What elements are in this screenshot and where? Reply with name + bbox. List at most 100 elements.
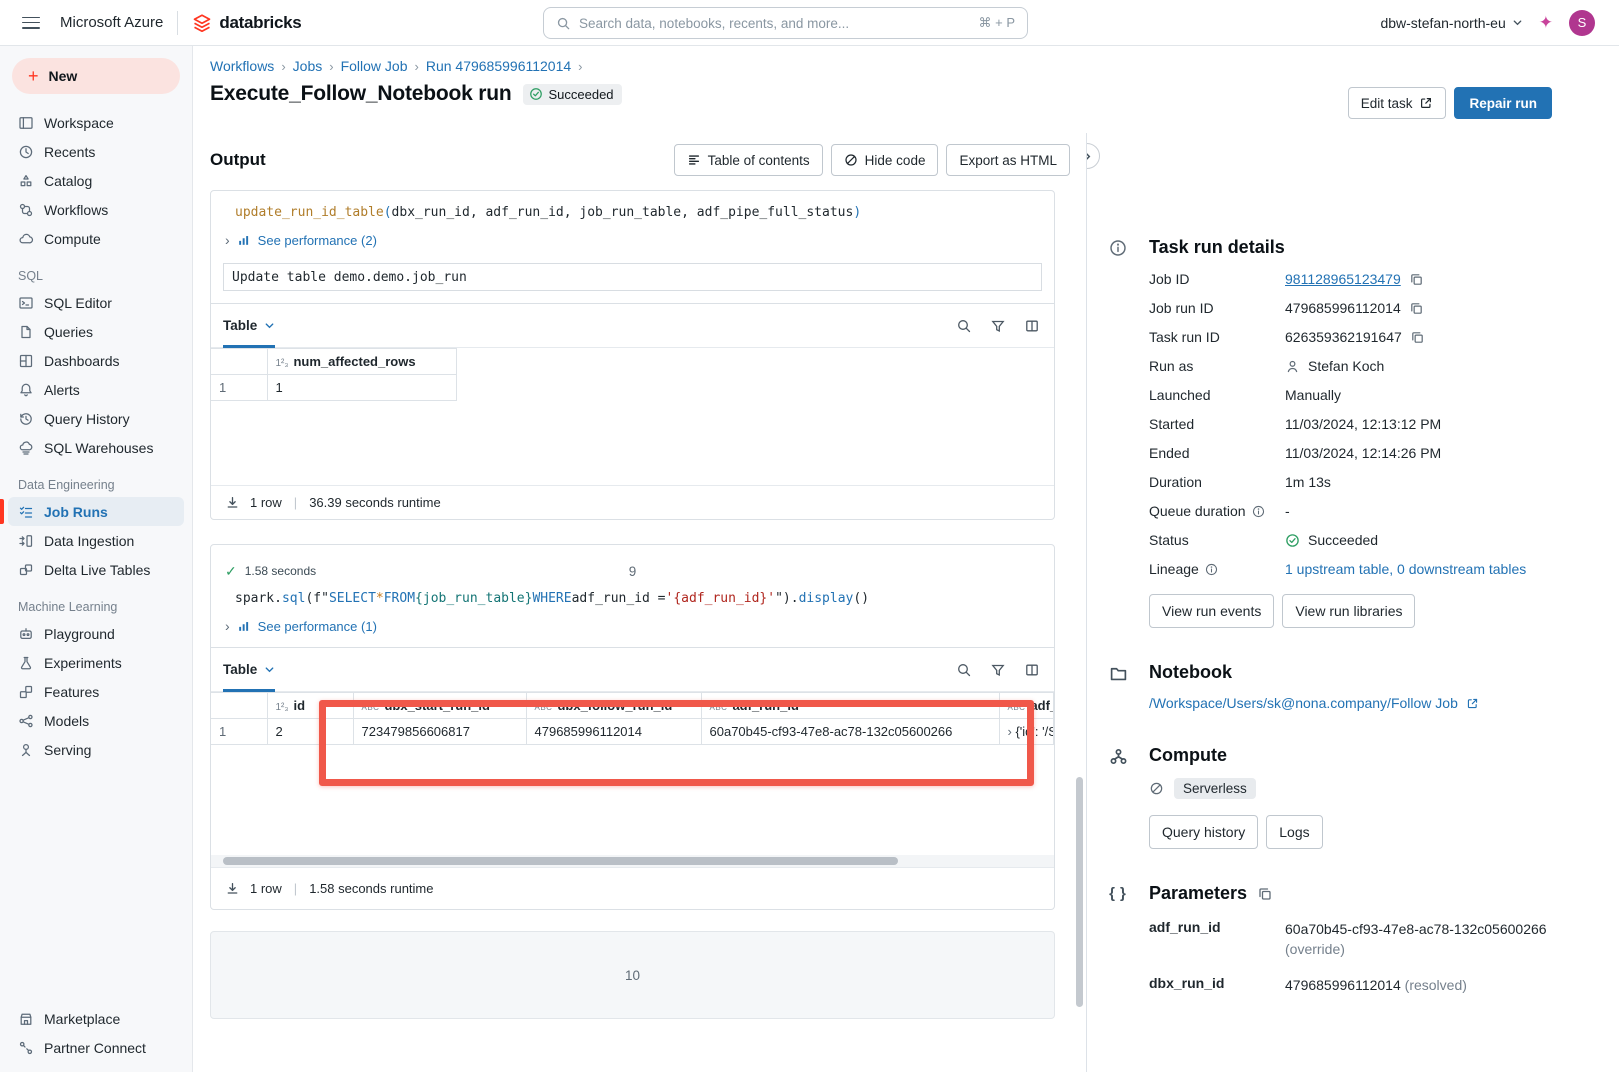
alerts-icon bbox=[18, 382, 34, 398]
assistant-sparkle-icon[interactable]: ✦ bbox=[1539, 13, 1553, 33]
result-footer: 1 row | 1.58 seconds runtime bbox=[211, 867, 1054, 909]
sidebar-item-compute[interactable]: Compute bbox=[8, 224, 184, 253]
vertical-scrollbar-thumb[interactable] bbox=[1076, 777, 1083, 1007]
cell-adf-run-json[interactable]: › {'id': '/SUI bbox=[999, 719, 1054, 745]
query-history-button[interactable]: Query history bbox=[1149, 815, 1258, 849]
footer-divider: | bbox=[294, 881, 297, 896]
view-run-events-button[interactable]: View run events bbox=[1149, 594, 1274, 628]
partner-connect-icon bbox=[18, 1040, 34, 1056]
filter-icon[interactable] bbox=[990, 318, 1006, 334]
job-id-link[interactable]: 981128965123479 bbox=[1285, 271, 1401, 287]
copy-icon[interactable] bbox=[1409, 301, 1424, 316]
repair-run-button[interactable]: Repair run bbox=[1454, 87, 1552, 119]
detail-row-job-id: Job ID 981128965123479 bbox=[1149, 271, 1599, 287]
cell-id: 2 bbox=[267, 719, 353, 745]
sidebar-item-alerts[interactable]: Alerts bbox=[8, 375, 184, 404]
sql-editor-icon bbox=[18, 295, 34, 311]
see-performance-link[interactable]: › See performance (2) bbox=[211, 229, 1054, 251]
table-row[interactable]: 1 2 723479856606817 479685996112014 60a7… bbox=[211, 719, 1054, 745]
columns-icon[interactable] bbox=[1024, 662, 1040, 678]
breadcrumb-follow-job[interactable]: Follow Job bbox=[341, 58, 408, 74]
search-placeholder: Search data, notebooks, recents, and mor… bbox=[579, 16, 971, 31]
azure-brand: Microsoft Azure bbox=[60, 14, 163, 31]
workspace-picker[interactable]: dbw-stefan-north-eu bbox=[1380, 15, 1522, 31]
sidebar-item-features[interactable]: Features bbox=[8, 677, 184, 706]
see-performance-link[interactable]: › See performance (1) bbox=[211, 615, 1054, 637]
download-icon[interactable] bbox=[225, 881, 240, 896]
chevron-down-icon bbox=[1512, 17, 1523, 28]
collapse-panel-button[interactable] bbox=[1086, 143, 1100, 169]
table-of-contents-button[interactable]: Table of contents bbox=[674, 144, 823, 176]
search-results-icon[interactable] bbox=[956, 662, 972, 678]
breadcrumb-workflows[interactable]: Workflows bbox=[210, 58, 274, 74]
sidebar-item-marketplace[interactable]: Marketplace bbox=[8, 1004, 184, 1033]
sidebar-item-models[interactable]: Models bbox=[8, 706, 184, 735]
parameters-section: { } Parameters adf_run_id 60a70b45-cf93-… bbox=[1106, 883, 1599, 995]
databricks-logo[interactable]: databricks bbox=[192, 13, 301, 33]
sidebar-item-query-history[interactable]: Query History bbox=[8, 404, 184, 433]
filter-icon[interactable] bbox=[990, 662, 1006, 678]
sidebar-item-label: Dashboards bbox=[44, 353, 120, 369]
column-header-adf-run-id[interactable]: ABCadf_run_id bbox=[701, 693, 999, 719]
chevron-right-icon bbox=[1086, 151, 1093, 162]
breadcrumb: Workflows› Jobs› Follow Job› Run 4796859… bbox=[210, 58, 1552, 74]
detail-row-job-run-id: Job run ID 479685996112014 bbox=[1149, 300, 1599, 316]
sidebar-item-workflows[interactable]: Workflows bbox=[8, 195, 184, 224]
dashboards-icon bbox=[18, 353, 34, 369]
sidebar-item-data-ingestion[interactable]: Data Ingestion bbox=[8, 526, 184, 555]
sidebar-item-sql-warehouses[interactable]: SQL Warehouses bbox=[8, 433, 184, 462]
breadcrumb-jobs[interactable]: Jobs bbox=[293, 58, 323, 74]
sidebar-item-serving[interactable]: Serving bbox=[8, 735, 184, 764]
notebook-path-link[interactable]: /Workspace/Users/sk@nona.company/Follow … bbox=[1149, 695, 1458, 711]
table-tab[interactable]: Table bbox=[223, 304, 275, 347]
column-header-adf-run-partial[interactable]: ABCadf_run_ bbox=[999, 693, 1054, 719]
sidebar-item-sql-editor[interactable]: SQL Editor bbox=[8, 288, 184, 317]
export-as-html-label: Export as HTML bbox=[959, 153, 1057, 168]
table-row[interactable]: 1 1 bbox=[211, 375, 1054, 401]
output-heading: Output bbox=[210, 150, 266, 170]
column-header-num-affected-rows[interactable]: 1²₃num_affected_rows bbox=[267, 349, 456, 375]
logs-button[interactable]: Logs bbox=[1266, 815, 1322, 849]
breadcrumb-run-id[interactable]: Run 479685996112014 bbox=[426, 58, 571, 74]
sidebar-item-job-runs[interactable]: Job Runs bbox=[8, 497, 184, 526]
scrollbar-thumb[interactable] bbox=[223, 857, 898, 865]
copy-icon[interactable] bbox=[1410, 330, 1425, 345]
hamburger-menu-icon[interactable] bbox=[22, 17, 40, 29]
new-button[interactable]: + New bbox=[12, 58, 180, 94]
column-header-dbx-follow-run-id[interactable]: ABCdbx_follow_run_id bbox=[526, 693, 701, 719]
sidebar-item-catalog[interactable]: Catalog bbox=[8, 166, 184, 195]
sidebar-item-playground[interactable]: Playground bbox=[8, 619, 184, 648]
copy-icon[interactable] bbox=[1257, 886, 1273, 902]
lineage-link[interactable]: 1 upstream table, 0 downstream tables bbox=[1285, 561, 1526, 577]
sidebar-item-recents[interactable]: Recents bbox=[8, 137, 184, 166]
cell-code[interactable]: update_run_id_table(dbx_run_id, adf_run_… bbox=[211, 201, 1054, 223]
download-icon[interactable] bbox=[225, 495, 240, 510]
column-header-id[interactable]: 1²₃id bbox=[267, 693, 353, 719]
sidebar-item-experiments[interactable]: Experiments bbox=[8, 648, 184, 677]
view-run-libraries-button[interactable]: View run libraries bbox=[1282, 594, 1415, 628]
workspace-icon bbox=[18, 115, 34, 131]
sidebar-item-delta-live-tables[interactable]: Delta Live Tables bbox=[8, 555, 184, 584]
copy-icon[interactable] bbox=[1409, 272, 1424, 287]
column-header-dbx-start-run-id[interactable]: ABCdbx_start_run_id bbox=[353, 693, 526, 719]
sidebar-item-dashboards[interactable]: Dashboards bbox=[8, 346, 184, 375]
breadcrumb-separator: › bbox=[415, 59, 419, 74]
serving-icon bbox=[18, 742, 34, 758]
sidebar-item-queries[interactable]: Queries bbox=[8, 317, 184, 346]
table-tab[interactable]: Table bbox=[223, 648, 275, 691]
hide-code-button[interactable]: Hide code bbox=[831, 144, 939, 176]
cell-result-message: Update table demo.demo.job_run bbox=[223, 263, 1042, 291]
page-title: Execute_Follow_Notebook run bbox=[210, 82, 511, 106]
search-results-icon[interactable] bbox=[956, 318, 972, 334]
sidebar-item-workspace[interactable]: Workspace bbox=[8, 108, 184, 137]
user-avatar[interactable]: S bbox=[1569, 10, 1595, 36]
cell-code[interactable]: spark.sql(f"SELECT * FROM {job_run_table… bbox=[211, 587, 1054, 609]
horizontal-scrollbar[interactable] bbox=[211, 855, 1054, 867]
global-search-input[interactable]: Search data, notebooks, recents, and mor… bbox=[543, 7, 1028, 39]
export-as-html-button[interactable]: Export as HTML bbox=[946, 144, 1070, 176]
sidebar-item-partner-connect[interactable]: Partner Connect bbox=[8, 1033, 184, 1062]
external-link-icon bbox=[1466, 697, 1479, 710]
edit-task-button[interactable]: Edit task bbox=[1348, 87, 1447, 119]
columns-icon[interactable] bbox=[1024, 318, 1040, 334]
experiments-icon bbox=[18, 655, 34, 671]
